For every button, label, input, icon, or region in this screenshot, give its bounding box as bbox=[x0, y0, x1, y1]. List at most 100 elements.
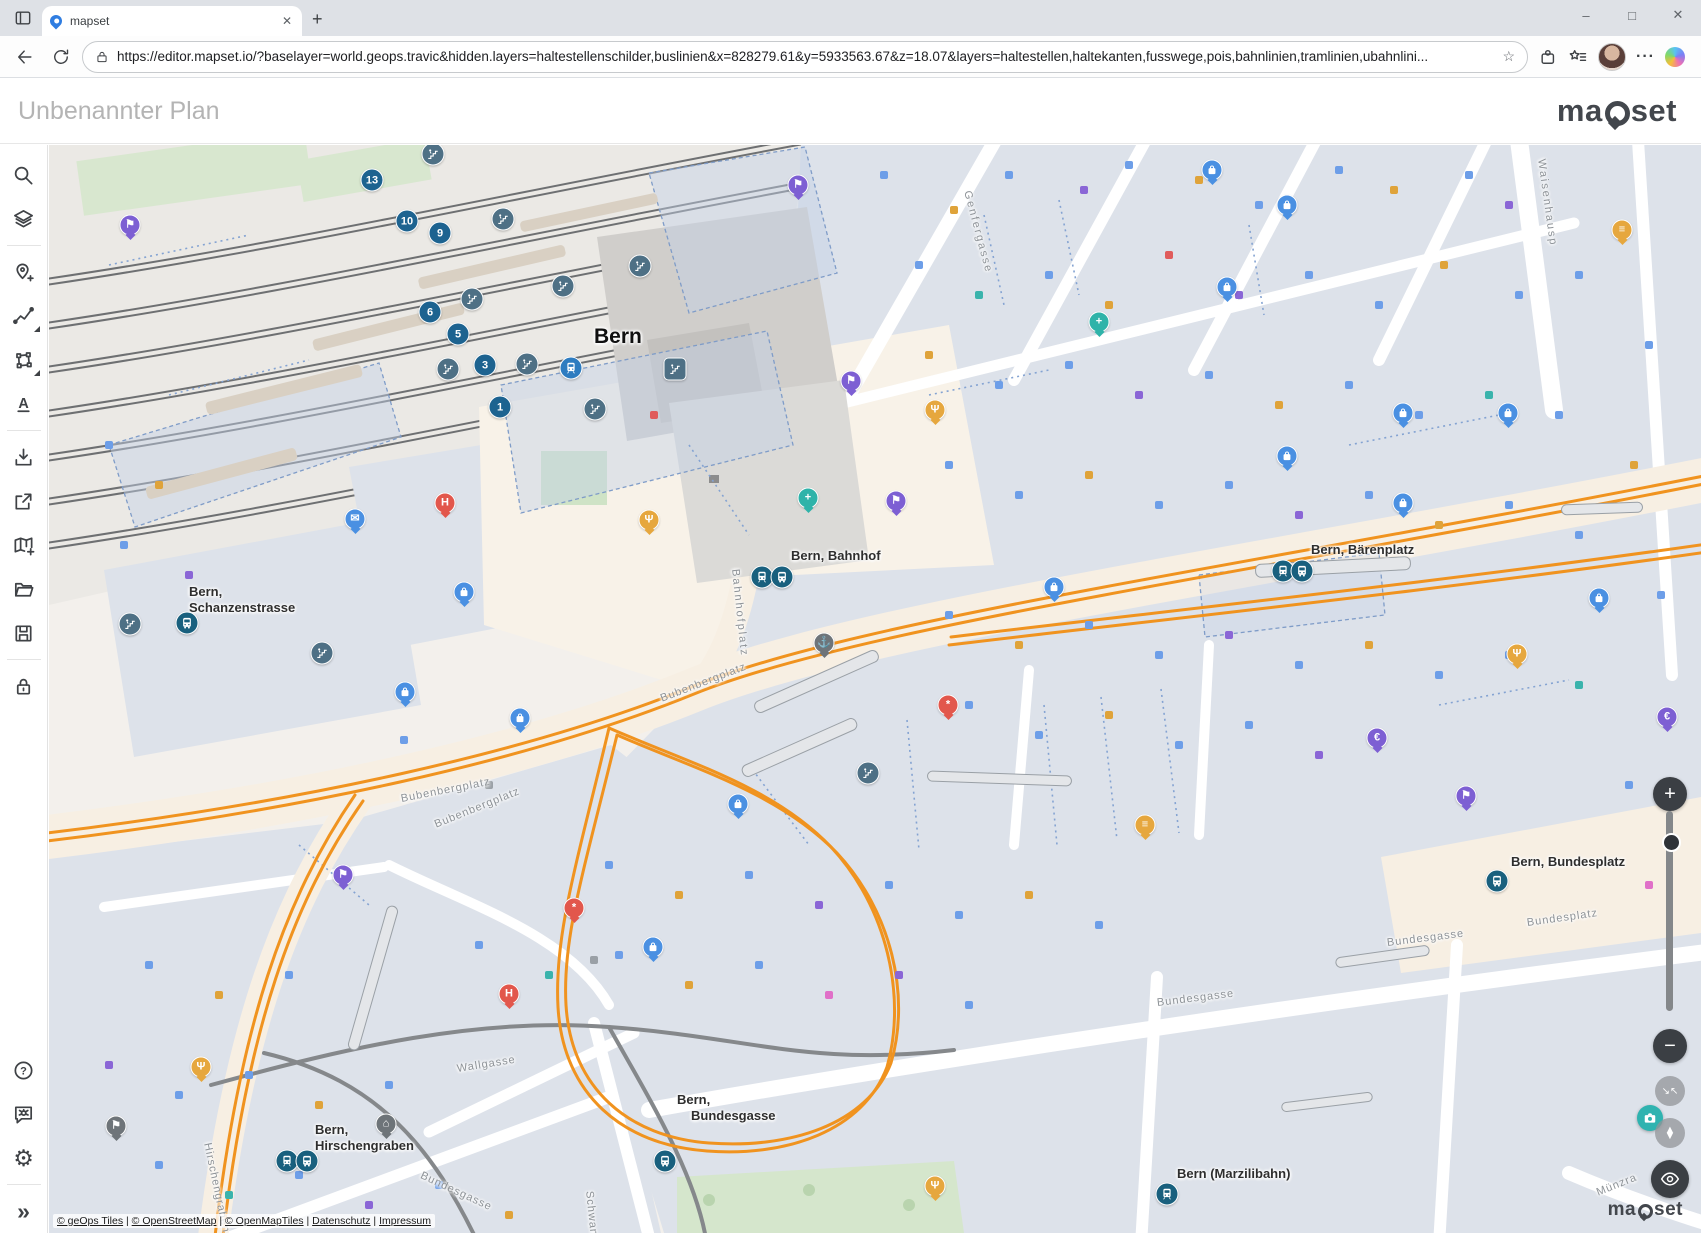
share-button[interactable] bbox=[4, 479, 44, 523]
poi-marker[interactable] bbox=[1589, 588, 1610, 609]
fit-extent-button[interactable]: ↘↖ bbox=[1655, 1076, 1685, 1106]
poi-marker[interactable] bbox=[1217, 277, 1238, 298]
transit-stop-icon-bus[interactable] bbox=[1486, 870, 1509, 893]
poi-marker[interactable]: ≡ bbox=[1612, 220, 1633, 241]
transit-stop-icon-stairs[interactable] bbox=[119, 613, 142, 636]
add-stop-button[interactable] bbox=[4, 250, 44, 294]
poi-marker[interactable] bbox=[1202, 160, 1223, 181]
expand-sidebar-button[interactable]: » bbox=[4, 1189, 44, 1233]
save-plan-button[interactable] bbox=[4, 611, 44, 655]
poi-marker[interactable]: ⚑ bbox=[886, 491, 907, 512]
platform-edge[interactable] bbox=[927, 770, 1072, 786]
platform-edge[interactable] bbox=[145, 447, 298, 500]
poi-marker[interactable] bbox=[395, 682, 416, 703]
platform-edge[interactable] bbox=[312, 302, 465, 351]
attribution-link[interactable]: Datenschutz bbox=[312, 1215, 370, 1227]
platform-edge[interactable] bbox=[740, 716, 859, 779]
profile-avatar[interactable] bbox=[1598, 43, 1626, 71]
transit-stop-icon-stairs[interactable] bbox=[584, 398, 607, 421]
settings-button[interactable]: ⚙ bbox=[4, 1136, 44, 1180]
zoom-slider[interactable] bbox=[1666, 811, 1673, 1011]
platform-number-badge[interactable]: 1 bbox=[489, 396, 512, 419]
platform-edge[interactable] bbox=[205, 364, 363, 415]
tab-actions-icon[interactable] bbox=[8, 4, 38, 32]
poi-marker[interactable]: + bbox=[1089, 312, 1110, 333]
poi-marker[interactable]: + bbox=[798, 488, 819, 509]
transit-stop-icon-bus[interactable] bbox=[176, 612, 199, 635]
favorite-star-icon[interactable]: ☆ bbox=[1502, 48, 1515, 65]
poi-marker[interactable]: ⚑ bbox=[333, 865, 354, 886]
attribution-link[interactable]: Impressum bbox=[379, 1215, 431, 1227]
transit-stop-icon-bus[interactable] bbox=[296, 1150, 319, 1173]
extensions-icon[interactable] bbox=[1538, 47, 1558, 67]
poi-marker[interactable]: ⌂ bbox=[376, 1114, 397, 1135]
visibility-eye-button[interactable] bbox=[1651, 1160, 1689, 1198]
transit-stop-icon-train[interactable] bbox=[560, 357, 583, 380]
transit-stop-icon-stairs[interactable] bbox=[552, 275, 575, 298]
poi-marker[interactable]: ⚑ bbox=[120, 215, 141, 236]
close-button[interactable]: ✕ bbox=[1655, 0, 1701, 30]
transit-stop-icon-bus[interactable] bbox=[654, 1150, 677, 1173]
platform-number-badge[interactable]: 13 bbox=[361, 169, 384, 192]
transit-stop-icon-stairs[interactable] bbox=[664, 358, 687, 381]
help-button[interactable]: ? bbox=[4, 1048, 44, 1092]
transit-stop-icon-stairs[interactable] bbox=[629, 255, 652, 278]
transit-stop-icon-stairs[interactable] bbox=[422, 145, 445, 166]
poi-marker[interactable] bbox=[1393, 493, 1414, 514]
poi-marker[interactable]: € bbox=[1367, 728, 1388, 749]
poi-marker[interactable]: ⚓ bbox=[814, 633, 835, 654]
transit-stop-icon-stairs[interactable] bbox=[461, 288, 484, 311]
platform-number-badge[interactable]: 5 bbox=[447, 323, 470, 346]
poi-marker[interactable] bbox=[1277, 195, 1298, 216]
feedback-button[interactable] bbox=[4, 1092, 44, 1136]
download-button[interactable] bbox=[4, 435, 44, 479]
map-canvas[interactable]: BernBern, BahnhofBern,SchanzenstrasseBer… bbox=[49, 145, 1701, 1233]
platform-edge[interactable] bbox=[347, 904, 400, 1051]
poi-marker[interactable] bbox=[454, 582, 475, 603]
platform-number-badge[interactable]: 10 bbox=[396, 210, 419, 233]
poi-marker[interactable] bbox=[510, 708, 531, 729]
attribution-link[interactable]: © OpenStreetMap bbox=[132, 1215, 217, 1227]
platform-edge[interactable] bbox=[519, 193, 658, 233]
platform-edge[interactable] bbox=[418, 244, 567, 289]
url-field[interactable]: https://editor.mapset.io/?baselayer=worl… bbox=[82, 41, 1528, 73]
copilot-icon[interactable] bbox=[1665, 47, 1685, 67]
poi-marker[interactable]: ✉ bbox=[345, 509, 366, 530]
transit-stop-icon-stairs[interactable] bbox=[311, 642, 334, 665]
poi-marker[interactable]: H bbox=[435, 493, 456, 514]
poi-marker[interactable] bbox=[1277, 446, 1298, 467]
transit-stop-icon-stairs[interactable] bbox=[437, 358, 460, 381]
layers-button[interactable] bbox=[4, 197, 44, 241]
poi-marker[interactable]: Ψ bbox=[191, 1057, 212, 1078]
add-text-button[interactable]: A bbox=[4, 382, 44, 426]
platform-edge[interactable] bbox=[752, 648, 881, 715]
platform-edge[interactable] bbox=[1335, 944, 1431, 968]
poi-marker[interactable] bbox=[1044, 577, 1065, 598]
poi-marker[interactable]: ⚑ bbox=[788, 175, 809, 196]
transit-stop-icon-bus[interactable] bbox=[771, 566, 794, 589]
minimize-button[interactable]: – bbox=[1563, 0, 1609, 30]
zoom-slider-handle[interactable] bbox=[1662, 833, 1681, 852]
platform-number-badge[interactable]: 3 bbox=[474, 354, 497, 377]
poi-marker[interactable]: ≡ bbox=[1135, 815, 1156, 836]
poi-marker[interactable]: ⚑ bbox=[1456, 786, 1477, 807]
zoom-in-button[interactable]: + bbox=[1653, 777, 1687, 811]
browser-tab[interactable]: mapset ✕ bbox=[42, 6, 302, 36]
browser-menu-icon[interactable]: ··· bbox=[1636, 48, 1655, 66]
poi-marker[interactable]: * bbox=[564, 898, 585, 919]
poi-marker[interactable]: Ψ bbox=[639, 510, 660, 531]
open-plan-button[interactable] bbox=[4, 567, 44, 611]
poi-marker[interactable]: € bbox=[1657, 707, 1678, 728]
attribution-link[interactable]: © geOps Tiles bbox=[57, 1215, 123, 1227]
lock-button[interactable] bbox=[4, 664, 44, 708]
platform-edge[interactable] bbox=[1281, 1091, 1374, 1112]
poi-marker[interactable]: ⚑ bbox=[106, 1116, 127, 1137]
draw-line-button[interactable] bbox=[4, 294, 44, 338]
poi-marker[interactable] bbox=[1393, 403, 1414, 424]
tab-close-icon[interactable]: ✕ bbox=[280, 14, 294, 28]
search-button[interactable] bbox=[4, 153, 44, 197]
poi-marker[interactable]: Ψ bbox=[1507, 644, 1528, 665]
attribution-link[interactable]: © OpenMapTiles bbox=[225, 1215, 304, 1227]
transit-stop-icon-stairs[interactable] bbox=[857, 762, 880, 785]
new-tab-button[interactable]: + bbox=[312, 9, 323, 30]
